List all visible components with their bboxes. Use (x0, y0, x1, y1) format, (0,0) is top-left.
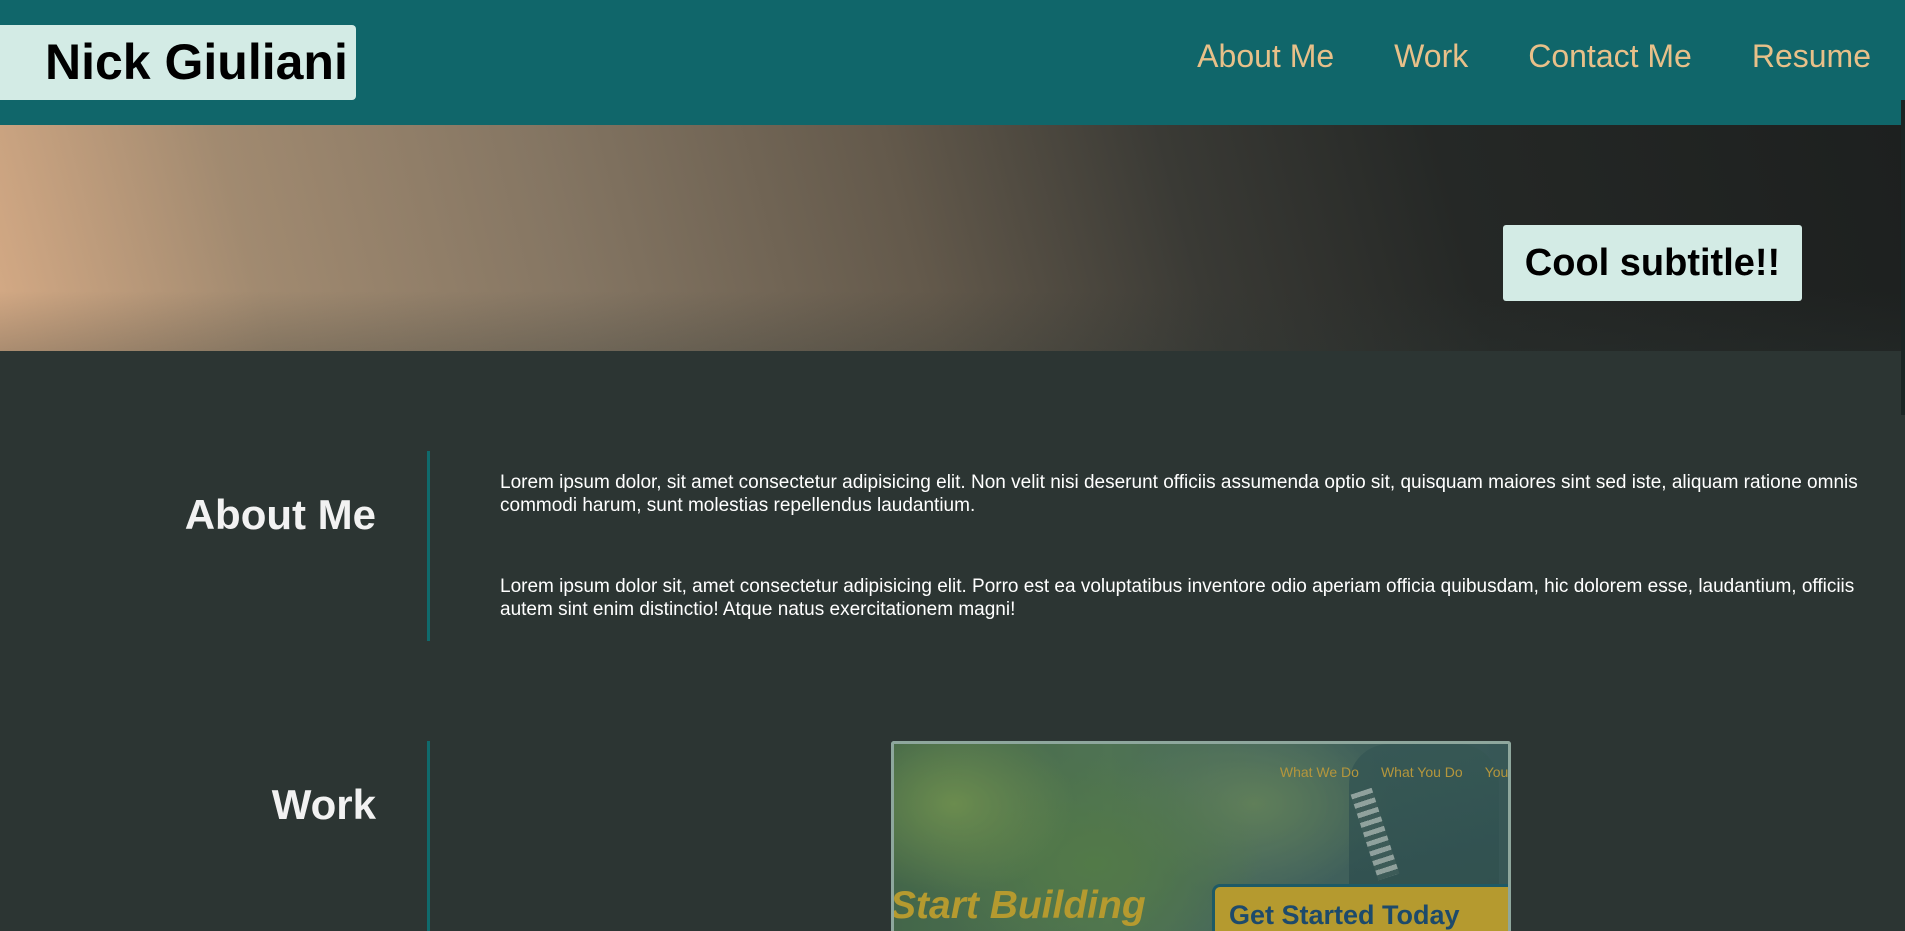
about-divider (427, 451, 430, 641)
main-nav: About Me Work Contact Me Resume (1197, 36, 1871, 76)
site-header: Nick Giuliani About Me Work Contact Me R… (0, 0, 1905, 125)
preview-nav: What We Do What You Do Your (1280, 764, 1508, 780)
hero-banner: Cool subtitle!! (0, 125, 1905, 351)
site-brand[interactable]: Nick Giuliani (0, 25, 356, 100)
preview-headline: Start Building (891, 884, 1146, 927)
preview-nav-what-you-do: What You Do (1380, 764, 1463, 780)
nav-link-about[interactable]: About Me (1197, 36, 1334, 76)
nav-link-work[interactable]: Work (1394, 36, 1468, 76)
about-title: About Me (184, 491, 376, 538)
work-title: Work (271, 781, 376, 828)
nav-link-resume[interactable]: Resume (1752, 36, 1871, 76)
work-divider (427, 741, 430, 931)
hero-subtitle: Cool subtitle!! (1503, 225, 1802, 301)
preview-nav-your: Your (1484, 764, 1511, 780)
preview-nav-what-we-do: What We Do (1279, 764, 1359, 780)
project-preview-card[interactable]: What We Do What You Do Your Start Buildi… (891, 741, 1511, 931)
nav-link-contact[interactable]: Contact Me (1528, 36, 1692, 76)
about-paragraph-2: Lorem ipsum dolor sit, amet consectetur … (500, 576, 1855, 620)
about-paragraph-1: Lorem ipsum dolor, sit amet consectetur … (500, 472, 1858, 516)
page-scrollbar[interactable] (1901, 100, 1905, 415)
